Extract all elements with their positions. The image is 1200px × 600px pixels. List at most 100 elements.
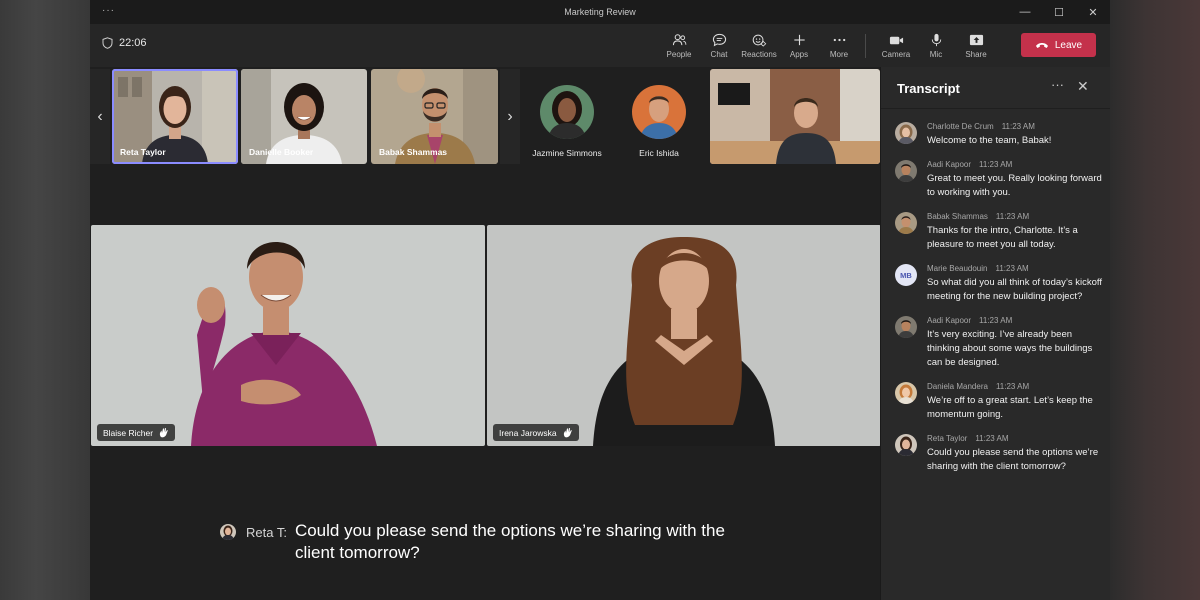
maximize-button[interactable]: ☐ xyxy=(1042,0,1076,24)
transcript-text: We’re off to a great start. Let’s keep t… xyxy=(927,395,1093,420)
desktop-background-right xyxy=(1110,0,1200,600)
timestamp: 11:23 AM xyxy=(979,160,1013,169)
window-menu-button[interactable]: ··· xyxy=(102,5,115,16)
avatar xyxy=(632,85,686,139)
teams-meeting-window: ··· Marketing Review — ☐ ✕ 22:06 People … xyxy=(90,0,1110,600)
participant-name: Blaise Richer xyxy=(103,427,154,438)
participant-tile[interactable]: Danielle Booker xyxy=(241,69,367,164)
transcript-entry: Reta Taylor 11:23 AM Could you please sen… xyxy=(895,434,1105,474)
speaker-name: Reta Taylor xyxy=(927,434,968,443)
apps-button[interactable]: Apps xyxy=(779,29,819,63)
chat-label: Chat xyxy=(710,50,728,59)
close-icon[interactable]: ✕ xyxy=(1077,78,1089,95)
participant-name: Babak Shammas xyxy=(379,147,448,157)
speaker-name: Babak Shammas xyxy=(927,212,988,221)
window-title: Marketing Review xyxy=(564,7,636,17)
participant-tile[interactable]: Babak Shammas xyxy=(371,69,498,164)
timestamp: 11:23 AM xyxy=(995,264,1029,273)
more-button[interactable]: More xyxy=(819,29,859,63)
minimize-button[interactable]: — xyxy=(1008,0,1042,24)
transcript-entry: Daniela Mandera 11:23 AM We’re off to a g… xyxy=(895,382,1105,422)
participant-avatar-tile[interactable]: Eric Ishida xyxy=(614,69,704,164)
speaker-name: Marie Beaudouin xyxy=(927,264,988,273)
title-bar: ··· Marketing Review — ☐ ✕ xyxy=(90,0,1110,24)
participant-name: Danielle Booker xyxy=(249,147,314,157)
close-window-button[interactable]: ✕ xyxy=(1076,0,1110,24)
people-icon xyxy=(672,34,686,46)
participant-name: Irena Jarowska xyxy=(499,427,557,438)
participant-name: Eric Ishida xyxy=(639,148,679,158)
meeting-toolbar: 22:06 People Chat Reactions Apps More Ca… xyxy=(90,24,1110,67)
camera-icon xyxy=(889,36,903,45)
speaker-name: Charlotte De Crum xyxy=(927,122,994,131)
shield-icon xyxy=(102,37,113,49)
transcript-text: So what did you all think of today’s kic… xyxy=(927,277,1102,302)
reactions-icon xyxy=(752,34,766,47)
sign-language-icon xyxy=(159,428,168,438)
avatar xyxy=(895,434,917,456)
reactions-button[interactable]: Reactions xyxy=(739,29,779,63)
avatar xyxy=(220,524,236,540)
participant-name: Jazmine Simmons xyxy=(532,148,602,158)
transcript-entry: Aadi Kapoor 11:23 AM Great to meet you. R… xyxy=(895,160,1105,200)
participant-video-large[interactable]: Irena Jarowska xyxy=(487,225,881,446)
chevron-left-icon: ‹ xyxy=(97,107,103,125)
share-icon xyxy=(969,34,983,46)
divider xyxy=(881,108,1110,109)
speaker-name: Aadi Kapoor xyxy=(927,160,972,169)
chat-button[interactable]: Chat xyxy=(699,29,739,63)
participant-video-large[interactable]: Blaise Richer xyxy=(91,225,485,446)
avatar xyxy=(895,316,917,338)
strip-prev-button[interactable]: ‹ xyxy=(90,69,110,164)
more-icon xyxy=(833,38,845,42)
avatar: MB xyxy=(895,264,917,286)
timer-text: 22:06 xyxy=(119,37,147,49)
toolbar-divider xyxy=(865,34,866,58)
participant-strip: ‹ Reta Taylor Danielle Booker Babak Sham… xyxy=(90,67,880,165)
transcript-text: Great to meet you. Really looking forwar… xyxy=(927,173,1102,198)
share-button[interactable]: Share xyxy=(956,29,996,63)
room-camera-tile[interactable] xyxy=(710,69,880,164)
timestamp: 11:23 AM xyxy=(975,434,1009,443)
more-label: More xyxy=(829,50,849,59)
transcript-text: Thanks for the intro, Charlotte. It’s a … xyxy=(927,225,1078,250)
avatar xyxy=(895,382,917,404)
transcript-entry: Charlotte De Crum 11:23 AM Welcome to the… xyxy=(895,122,1105,148)
more-options-icon[interactable]: ··· xyxy=(1051,77,1064,92)
panel-title: Transcript xyxy=(897,81,960,96)
people-button[interactable]: People xyxy=(659,29,699,63)
timestamp: 11:23 AM xyxy=(995,212,1030,221)
caption-text: Could you please send the options we’re … xyxy=(294,521,725,562)
hang-up-icon xyxy=(1035,43,1048,48)
participant-tile[interactable]: Reta Taylor xyxy=(112,69,238,164)
participant-name-badge: Blaise Richer xyxy=(97,424,176,441)
avatar xyxy=(540,85,594,139)
window-controls: — ☐ ✕ xyxy=(1008,0,1110,24)
strip-next-button[interactable]: › xyxy=(500,69,520,164)
share-label: Share xyxy=(965,50,987,59)
camera-button[interactable]: Camera xyxy=(876,29,916,63)
mic-button[interactable]: Mic xyxy=(916,29,956,63)
timestamp: 11:23 AM xyxy=(979,316,1013,325)
chevron-right-icon: › xyxy=(507,107,513,125)
signer-video xyxy=(91,225,485,446)
mic-icon xyxy=(931,33,941,47)
room-video xyxy=(710,69,880,164)
caption-speaker: Reta T: xyxy=(246,525,287,540)
transcript-text: It’s very exciting. I’ve already been th… xyxy=(927,329,1093,368)
timestamp: 11:23 AM xyxy=(995,382,1030,391)
participant-name-badge: Irena Jarowska xyxy=(493,424,579,441)
avatar xyxy=(895,212,917,234)
transcript-list: Charlotte De Crum 11:23 AM Welcome to the… xyxy=(895,122,1105,486)
desktop-background-left xyxy=(0,0,90,600)
mic-label: Mic xyxy=(929,50,943,59)
avatar xyxy=(895,160,917,182)
plus-icon xyxy=(793,34,805,46)
people-label: People xyxy=(666,50,692,59)
participant-avatar-tile[interactable]: Jazmine Simmons xyxy=(522,69,612,164)
reactions-label: Reactions xyxy=(741,50,777,59)
leave-button[interactable]: Leave xyxy=(1021,33,1096,57)
avatar xyxy=(895,122,917,144)
interpreter-video xyxy=(487,225,881,446)
transcript-entry: Aadi Kapoor 11:23 AM It’s very exciting. … xyxy=(895,316,1105,370)
